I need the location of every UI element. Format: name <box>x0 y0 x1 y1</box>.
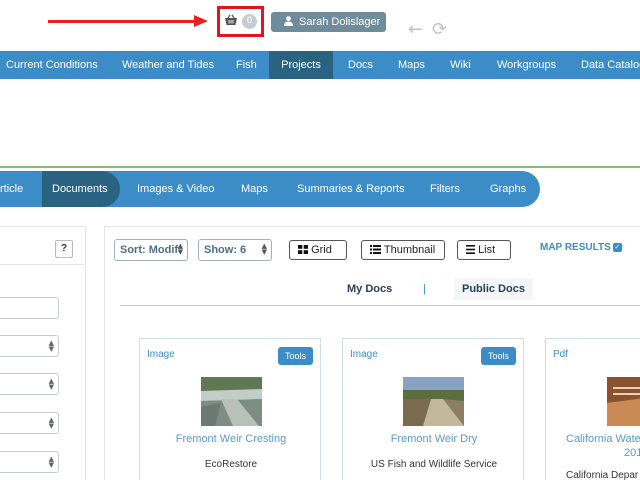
annotation-arrow-line <box>48 20 198 23</box>
nav-fish[interactable]: Fish <box>236 51 257 79</box>
list-view-button[interactable]: List <box>457 240 511 260</box>
tab-separator: | <box>423 283 426 295</box>
thumbnail-view-label: Thumbnail <box>383 244 436 256</box>
nav-docs[interactable]: Docs <box>348 51 373 79</box>
checkbox-checked-icon: ✓ <box>612 242 622 252</box>
document-card[interactable]: Image Tools Fremont Weir Cresting EcoRes… <box>139 338 321 480</box>
select-arrows-icon: ▲ ▼ <box>48 455 54 469</box>
tab-graphs[interactable]: Graphs <box>490 171 526 207</box>
nav-current-conditions[interactable]: Current Conditions <box>6 51 98 79</box>
basket-icon <box>224 13 238 31</box>
tab-images-video[interactable]: Images & Video <box>137 171 214 207</box>
lines-icon <box>466 244 478 256</box>
doc-title-link[interactable]: Fremont Weir Cresting <box>140 433 322 445</box>
nav-wiki[interactable]: Wiki <box>450 51 471 79</box>
thumbnail-view-button[interactable]: Thumbnail <box>361 240 445 260</box>
main-nav: Current Conditions Weather and Tides Fis… <box>0 51 640 79</box>
doc-organization: EcoRestore <box>204 459 258 470</box>
document-card[interactable]: Image Tools Fremont Weir Dry US Fish and… <box>342 338 524 480</box>
show-select-label: Show: 6 <box>204 244 247 256</box>
doc-organization: US Fish and Wildlife Service <box>370 459 498 470</box>
thumbnail-image[interactable] <box>201 377 262 426</box>
public-docs-tab[interactable]: Public Docs <box>454 278 533 300</box>
annotation-arrow-head <box>194 15 208 27</box>
filter-select-1[interactable]: ▲ ▼ <box>0 335 59 357</box>
map-results-toggle[interactable]: MAP RESULTS ✓ <box>540 242 622 253</box>
doc-type-label: Pdf <box>553 349 569 360</box>
cart-count-badge: 0 <box>242 14 257 29</box>
sort-select[interactable]: Sort: Modif ▲ ▼ <box>114 239 188 261</box>
select-arrows-icon: ▲ ▼ <box>48 377 54 391</box>
cart-button[interactable]: 0 <box>217 6 264 37</box>
tab-maps[interactable]: Maps <box>241 171 268 207</box>
filter-select-3[interactable]: ▲ ▼ <box>0 412 59 434</box>
tab-documents[interactable]: Documents <box>52 171 108 207</box>
doc-title-link-continued[interactable]: 201 <box>624 447 640 459</box>
list-icon <box>370 244 384 256</box>
tools-button[interactable]: Tools <box>278 347 313 365</box>
tab-filters[interactable]: Filters <box>430 171 460 207</box>
nav-projects[interactable]: Projects <box>269 51 333 79</box>
grid-icon <box>298 244 311 256</box>
docs-filter-tabs: My Docs | Public Docs <box>120 278 640 306</box>
nav-maps[interactable]: Maps <box>398 51 425 79</box>
tools-button[interactable]: Tools <box>481 347 516 365</box>
document-card[interactable]: Pdf California Wate 201 California Depar <box>545 338 640 480</box>
grid-view-label: Grid <box>311 244 332 256</box>
nav-data-catalog[interactable]: Data Catalog <box>581 51 640 79</box>
doc-type-label: Image <box>350 349 378 360</box>
select-arrows-icon: ▲ ▼ <box>177 242 183 256</box>
refresh-icon[interactable]: ⟳ <box>432 21 447 39</box>
thumbnail-image[interactable] <box>607 377 640 426</box>
select-arrows-icon: ▲ ▼ <box>48 416 54 430</box>
doc-type-label: Image <box>147 349 175 360</box>
user-menu-button[interactable]: Sarah Dolislager <box>271 12 386 32</box>
sort-select-label: Sort: Modif <box>120 244 179 256</box>
filter-select-4[interactable]: ▲ ▼ <box>0 451 59 473</box>
tab-summaries-reports[interactable]: Summaries & Reports <box>297 171 405 207</box>
doc-title-link[interactable]: California Wate <box>566 433 640 445</box>
select-arrows-icon: ▲ ▼ <box>48 339 54 353</box>
thumbnail-image[interactable] <box>403 377 464 426</box>
section-divider <box>0 166 640 168</box>
tab-article[interactable]: rticle <box>0 171 23 207</box>
doc-organization: California Depar <box>566 470 639 480</box>
my-docs-tab[interactable]: My Docs <box>347 278 392 300</box>
nav-weather-and-tides[interactable]: Weather and Tides <box>122 51 214 79</box>
panel-divider <box>0 264 84 265</box>
list-view-label: List <box>478 244 496 256</box>
select-arrows-icon: ▲ ▼ <box>261 242 267 256</box>
nav-workgroups[interactable]: Workgroups <box>497 51 556 79</box>
filter-text-input[interactable] <box>0 297 59 319</box>
back-arrow-icon[interactable]: ← <box>408 21 423 39</box>
filter-select-2[interactable]: ▲ ▼ <box>0 373 59 395</box>
grid-view-button[interactable]: Grid <box>289 240 347 260</box>
doc-title-link[interactable]: Fremont Weir Dry <box>343 433 525 445</box>
user-icon <box>284 15 293 29</box>
user-name: Sarah Dolislager <box>299 16 381 28</box>
map-results-label: MAP RESULTS <box>540 242 611 253</box>
app-root: 0 Sarah Dolislager ← ⟳ Current Condition… <box>0 0 640 480</box>
sub-nav: rticle Documents Images & Video Maps Sum… <box>0 171 540 207</box>
show-select[interactable]: Show: 6 ▲ ▼ <box>198 239 272 261</box>
help-button[interactable]: ? <box>55 240 73 258</box>
